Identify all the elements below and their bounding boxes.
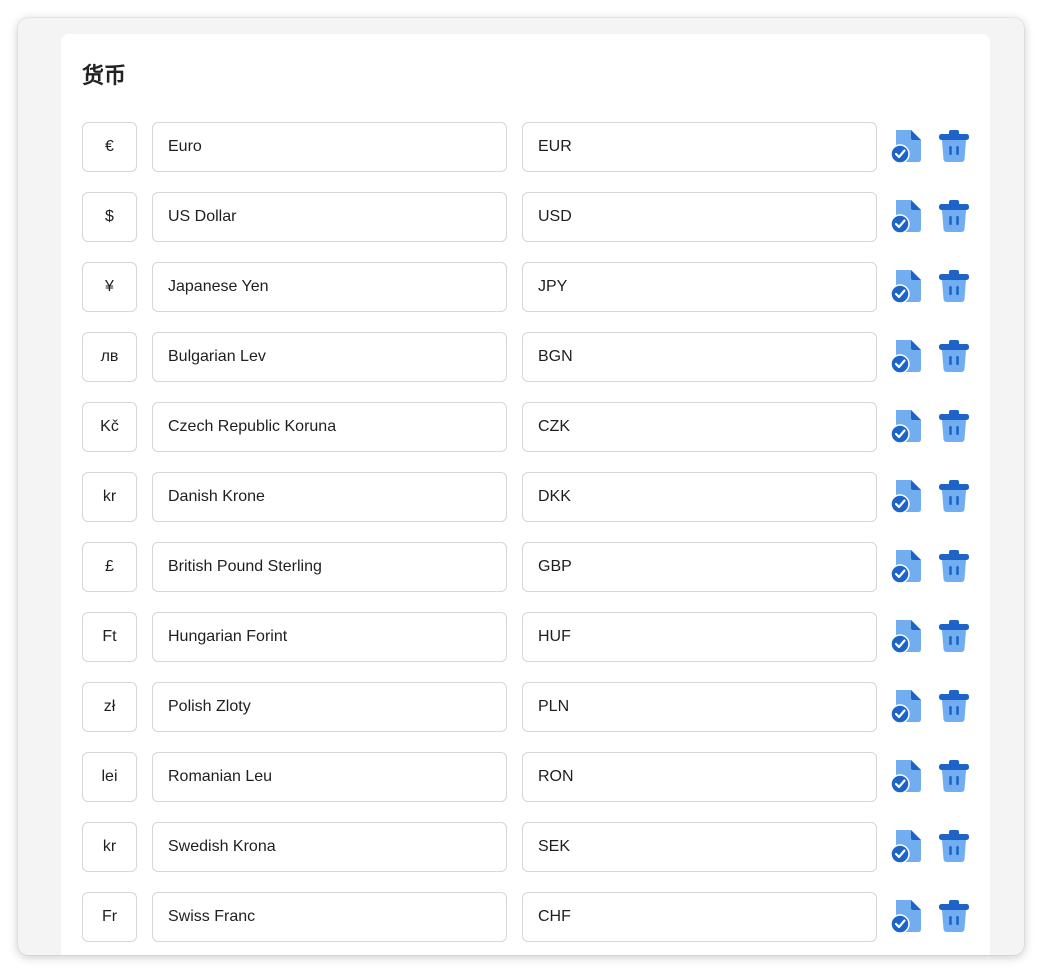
page-title: 货币 bbox=[82, 64, 127, 89]
currency-name-field[interactable]: Czech Republic Koruna bbox=[152, 402, 507, 452]
save-document-icon[interactable] bbox=[890, 548, 924, 584]
currency-name-field[interactable]: Swedish Krona bbox=[152, 822, 507, 872]
currency-name-value: Euro bbox=[168, 138, 202, 155]
currency-name-value: Japanese Yen bbox=[168, 278, 269, 295]
currency-symbol-field[interactable]: $ bbox=[82, 192, 137, 242]
currency-symbol-field[interactable]: ¥ bbox=[82, 262, 137, 312]
currency-symbol-value: $ bbox=[105, 208, 114, 225]
save-document-icon[interactable] bbox=[890, 198, 924, 234]
currency-code-value: USD bbox=[538, 208, 572, 225]
currency-name-field[interactable]: Hungarian Forint bbox=[152, 612, 507, 662]
currency-symbol-field[interactable]: лв bbox=[82, 332, 137, 382]
currency-name-field[interactable]: Euro bbox=[152, 122, 507, 172]
currency-name-value: Swedish Krona bbox=[168, 838, 276, 855]
save-document-icon[interactable] bbox=[890, 338, 924, 374]
currency-code-value: CZK bbox=[538, 418, 570, 435]
currency-symbol-value: Kč bbox=[100, 418, 119, 435]
currency-code-field[interactable]: RON bbox=[522, 752, 877, 802]
currency-code-value: RON bbox=[538, 768, 574, 785]
currency-name-value: Hungarian Forint bbox=[168, 628, 288, 645]
trash-icon[interactable] bbox=[937, 548, 971, 584]
currency-code-value: DKK bbox=[538, 488, 571, 505]
trash-icon[interactable] bbox=[937, 618, 971, 654]
trash-icon[interactable] bbox=[937, 688, 971, 724]
currency-code-field[interactable]: PLN bbox=[522, 682, 877, 732]
currency-name-field[interactable]: British Pound Sterling bbox=[152, 542, 507, 592]
currency-symbol-value: Fr bbox=[101, 908, 118, 925]
trash-icon[interactable] bbox=[937, 268, 971, 304]
save-document-icon[interactable] bbox=[890, 688, 924, 724]
currency-code-field[interactable]: SEK bbox=[522, 822, 877, 872]
currency-code-value: SEK bbox=[538, 838, 571, 855]
trash-icon[interactable] bbox=[937, 128, 971, 164]
currency-symbol-value: kr bbox=[102, 488, 117, 505]
currency-name-field[interactable]: Romanian Leu bbox=[152, 752, 507, 802]
trash-icon[interactable] bbox=[937, 198, 971, 234]
currency-symbol-value: лв bbox=[100, 348, 119, 365]
currency-code-value: PLN bbox=[538, 698, 570, 715]
trash-icon[interactable] bbox=[937, 478, 971, 514]
currency-name-field[interactable]: Swiss Franc bbox=[152, 892, 507, 942]
currency-code-value: CHF bbox=[538, 908, 571, 925]
currency-symbol-value: £ bbox=[105, 558, 114, 575]
currency-code-field[interactable]: USD bbox=[522, 192, 877, 242]
currency-name-value: US Dollar bbox=[168, 208, 237, 225]
currencies-panel: 货币 € Euro EUR $ US Dollar USD ¥ Japanese… bbox=[61, 34, 990, 955]
trash-icon[interactable] bbox=[937, 898, 971, 934]
trash-icon[interactable] bbox=[937, 338, 971, 374]
currency-name-field[interactable]: Japanese Yen bbox=[152, 262, 507, 312]
currency-name-field[interactable]: Bulgarian Lev bbox=[152, 332, 507, 382]
currency-name-field[interactable]: Danish Krone bbox=[152, 472, 507, 522]
save-document-icon[interactable] bbox=[890, 898, 924, 934]
currency-symbol-field[interactable]: € bbox=[82, 122, 137, 172]
currency-name-value: Swiss Franc bbox=[168, 908, 256, 925]
currency-code-value: JPY bbox=[538, 278, 568, 295]
currency-code-field[interactable]: DKK bbox=[522, 472, 877, 522]
currency-code-field[interactable]: BGN bbox=[522, 332, 877, 382]
save-document-icon[interactable] bbox=[890, 758, 924, 794]
currency-symbol-field[interactable]: kr bbox=[82, 822, 137, 872]
currency-name-value: Bulgarian Lev bbox=[168, 348, 266, 365]
save-document-icon[interactable] bbox=[890, 828, 924, 864]
currency-code-field[interactable]: CZK bbox=[522, 402, 877, 452]
app-window: 货币 € Euro EUR $ US Dollar USD ¥ Japanese… bbox=[18, 18, 1024, 955]
currency-symbol-field[interactable]: lei bbox=[82, 752, 137, 802]
currency-name-value: Czech Republic Koruna bbox=[168, 418, 337, 435]
currency-name-value: Romanian Leu bbox=[168, 768, 273, 785]
currency-symbol-field[interactable]: kr bbox=[82, 472, 137, 522]
currency-symbol-value: ¥ bbox=[105, 278, 114, 295]
currency-name-value: British Pound Sterling bbox=[168, 558, 322, 575]
currency-code-value: EUR bbox=[538, 138, 572, 155]
currency-code-field[interactable]: CHF bbox=[522, 892, 877, 942]
currency-symbol-field[interactable]: £ bbox=[82, 542, 137, 592]
currency-symbol-field[interactable]: Ft bbox=[82, 612, 137, 662]
trash-icon[interactable] bbox=[937, 758, 971, 794]
currency-code-field[interactable]: EUR bbox=[522, 122, 877, 172]
save-document-icon[interactable] bbox=[890, 408, 924, 444]
currency-symbol-value: kr bbox=[102, 838, 117, 855]
save-document-icon[interactable] bbox=[890, 478, 924, 514]
trash-icon[interactable] bbox=[937, 408, 971, 444]
currency-code-value: HUF bbox=[538, 628, 571, 645]
save-document-icon[interactable] bbox=[890, 128, 924, 164]
currency-symbol-field[interactable]: zł bbox=[82, 682, 137, 732]
currency-name-value: Polish Zloty bbox=[168, 698, 251, 715]
currency-code-field[interactable]: HUF bbox=[522, 612, 877, 662]
currency-code-value: BGN bbox=[538, 348, 573, 365]
currency-symbol-value: € bbox=[105, 138, 114, 155]
currency-code-field[interactable]: JPY bbox=[522, 262, 877, 312]
currency-code-field[interactable]: GBP bbox=[522, 542, 877, 592]
currency-name-value: Danish Krone bbox=[168, 488, 265, 505]
currency-symbol-field[interactable]: Fr bbox=[82, 892, 137, 942]
trash-icon[interactable] bbox=[937, 828, 971, 864]
save-document-icon[interactable] bbox=[890, 618, 924, 654]
currency-symbol-value: lei bbox=[101, 768, 118, 785]
currency-symbol-value: Ft bbox=[102, 628, 117, 645]
currency-name-field[interactable]: US Dollar bbox=[152, 192, 507, 242]
currency-code-value: GBP bbox=[538, 558, 572, 575]
save-document-icon[interactable] bbox=[890, 268, 924, 304]
currency-symbol-field[interactable]: Kč bbox=[82, 402, 137, 452]
currency-symbol-value: zł bbox=[103, 698, 116, 715]
currency-name-field[interactable]: Polish Zloty bbox=[152, 682, 507, 732]
